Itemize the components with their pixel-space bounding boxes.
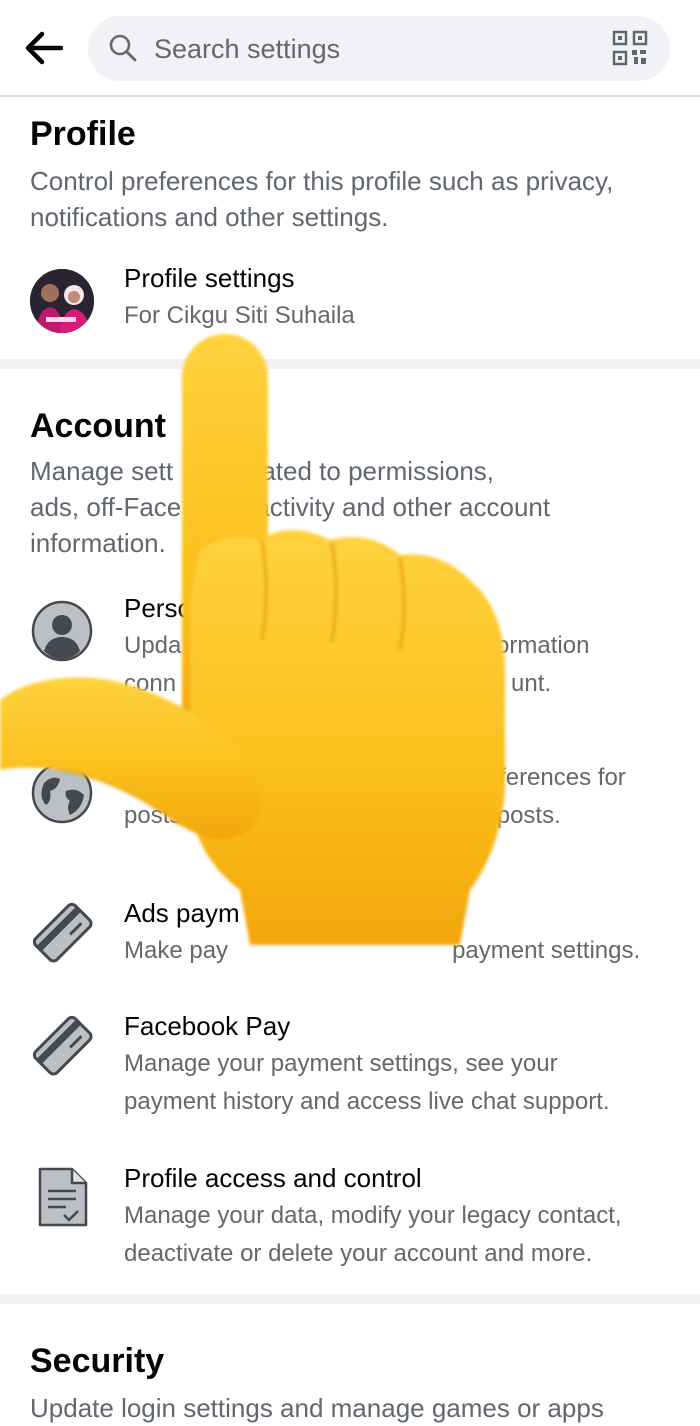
credit-card-icon [30, 1013, 94, 1077]
location-preferences-item[interactable]: Le eferences for posts al posts. [0, 749, 700, 849]
facebook-pay-subtitle: Manage your payment settings, see your p… [124, 1050, 610, 1115]
profile-access-control-subtitle: Manage your data, modify your legacy con… [124, 1202, 622, 1267]
account-desc-2b: activity and other account [255, 492, 551, 522]
personal-information-title: Perso [124, 593, 192, 623]
profile-settings-subtitle: For Cikgu Siti Suhaila [124, 302, 355, 329]
personal-information-item[interactable]: Perso Upda formation conn unt. [0, 589, 700, 699]
qr-code-icon[interactable] [612, 30, 648, 66]
search-input[interactable] [152, 26, 576, 73]
account-section: Account Manage sett elated to permissions… [0, 369, 700, 1294]
profile-access-control-title: Profile access and control [124, 1163, 422, 1193]
account-desc-3: information. [30, 528, 166, 558]
account-desc-1a: Manage sett [30, 456, 174, 486]
top-bar [0, 0, 700, 97]
globe-icon [30, 761, 94, 825]
search-icon [109, 34, 137, 62]
account-desc-1b: elated to permissions, [241, 456, 494, 486]
personal-information-subtitle: Upda formation conn unt. [124, 632, 590, 697]
ads-payments-item[interactable]: Ads paym Make pay payment settings. [0, 894, 700, 974]
account-desc-2a: ads, off-Face [30, 492, 182, 522]
document-check-icon [30, 1165, 94, 1229]
back-button[interactable] [18, 26, 68, 70]
section-divider [0, 1294, 700, 1304]
credit-card-icon [30, 900, 94, 964]
profile-settings-title: Profile settings [124, 263, 295, 293]
profile-section: Profile Control preferences for this pro… [0, 97, 700, 359]
profile-section-title: Profile [30, 115, 136, 153]
ads-payments-title: Ads paym [124, 898, 240, 928]
profile-access-control-item[interactable]: Profile access and control Manage your d… [0, 1159, 700, 1269]
ads-payments-subtitle: Make pay payment settings. [124, 937, 641, 964]
person-icon [30, 599, 94, 663]
section-divider [0, 359, 700, 369]
security-section-title: Security [30, 1342, 165, 1380]
avatar [30, 269, 94, 333]
facebook-pay-title: Facebook Pay [124, 1011, 291, 1041]
arrow-left-icon [25, 31, 63, 65]
security-section-description: Update login settings and manage games o… [30, 1393, 604, 1423]
profile-section-description: Control preferences for this profile suc… [30, 166, 614, 232]
search-bar[interactable] [88, 16, 670, 81]
account-section-description: Manage sett elated to permissions, ads, o… [30, 453, 670, 561]
profile-settings-item[interactable]: Profile settings For Cikgu Siti Suhaila [0, 257, 700, 347]
location-preferences-subtitle: Le eferences for posts al posts. [124, 764, 626, 829]
account-section-title: Account [30, 407, 166, 445]
security-section: Security Update login settings and manag… [0, 1304, 700, 1425]
facebook-pay-item[interactable]: Facebook Pay Manage your payment setting… [0, 1007, 700, 1117]
